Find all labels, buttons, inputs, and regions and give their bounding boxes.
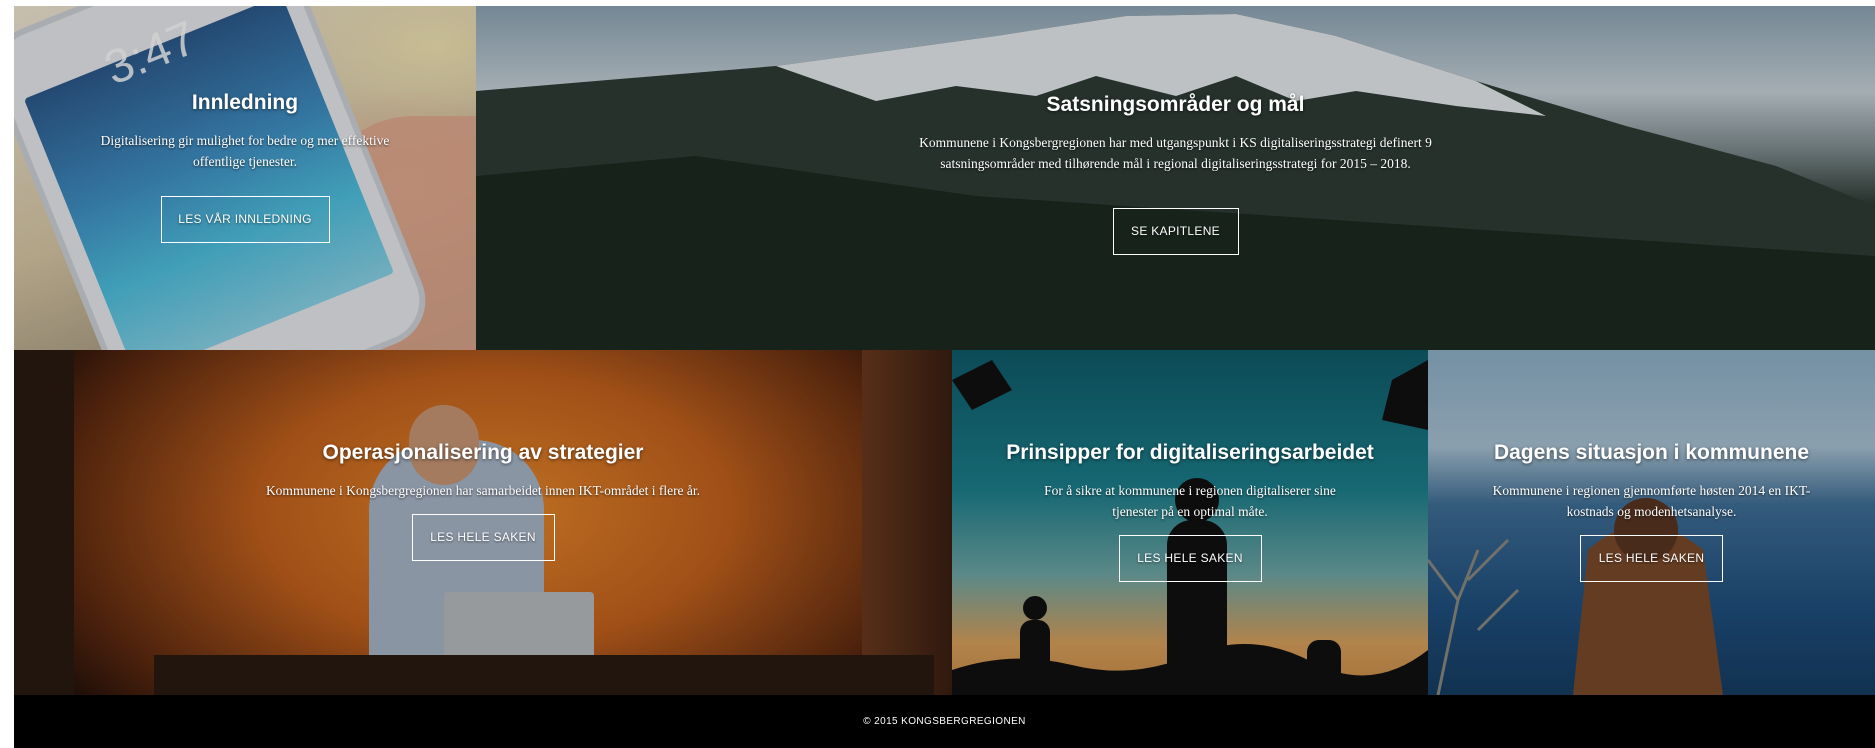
footer-copyright: © 2015 KONGSBERGREGIONEN (863, 716, 1026, 727)
tile-dagens-situasjon: Dagens situasjon i kommunene Kommunene i… (1428, 350, 1875, 695)
tile-title: Operasjonalisering av strategier (322, 441, 644, 464)
tile-satsningsomrader: Satsningsområder og mål Kommunene i Kong… (476, 6, 1875, 350)
footer: © 2015 KONGSBERGREGIONEN (14, 695, 1875, 748)
tile-description: Kommunene i Kongsbergregionen har med ut… (919, 135, 1432, 171)
see-chapters-button[interactable]: SE KAPITLENE (1112, 208, 1239, 255)
read-more-button[interactable]: LES HELE SAKEN (411, 514, 555, 561)
tile-dagens-situasjon-content: Dagens situasjon i kommunene Kommunene i… (1428, 440, 1875, 582)
tile-description: Digitalisering gir mulighet for bedre og… (100, 133, 390, 169)
tile-operasjonalisering: Operasjonalisering av strategier Kommune… (14, 350, 952, 695)
tile-title: Prinsipper for digitaliseringsarbeidet (1006, 441, 1374, 464)
tile-title: Innledning (191, 91, 299, 114)
tile-satsningsomrader-content: Satsningsområder og mål Kommunene i Kong… (476, 92, 1875, 255)
tile-prinsipper: Prinsipper for digitaliseringsarbeidet F… (952, 350, 1428, 695)
tile-title: Satsningsområder og mål (1046, 93, 1305, 116)
tile-prinsipper-content: Prinsipper for digitaliseringsarbeidet F… (952, 440, 1428, 582)
page-frame: 3:47 Innledning Digitalisering gir mulig… (14, 6, 1875, 748)
tile-description: Kommunene i Kongsbergregionen har samarb… (265, 483, 701, 498)
tile-title: Dagens situasjon i kommunene (1493, 441, 1810, 464)
read-more-button[interactable]: LES HELE SAKEN (1580, 535, 1723, 582)
tile-innledning-content: Innledning Digitalisering gir mulighet f… (14, 90, 476, 243)
tile-description: For å sikre at kommunene i regionen digi… (1044, 483, 1336, 519)
read-introduction-button[interactable]: LES VÅR INNLEDNING (160, 196, 330, 243)
read-more-button[interactable]: LES HELE SAKEN (1118, 535, 1262, 582)
tile-operasjonalisering-content: Operasjonalisering av strategier Kommune… (14, 440, 952, 561)
tile-innledning: 3:47 Innledning Digitalisering gir mulig… (14, 6, 476, 350)
tile-description: Kommunene i regionen gjennomførte høsten… (1492, 483, 1811, 519)
